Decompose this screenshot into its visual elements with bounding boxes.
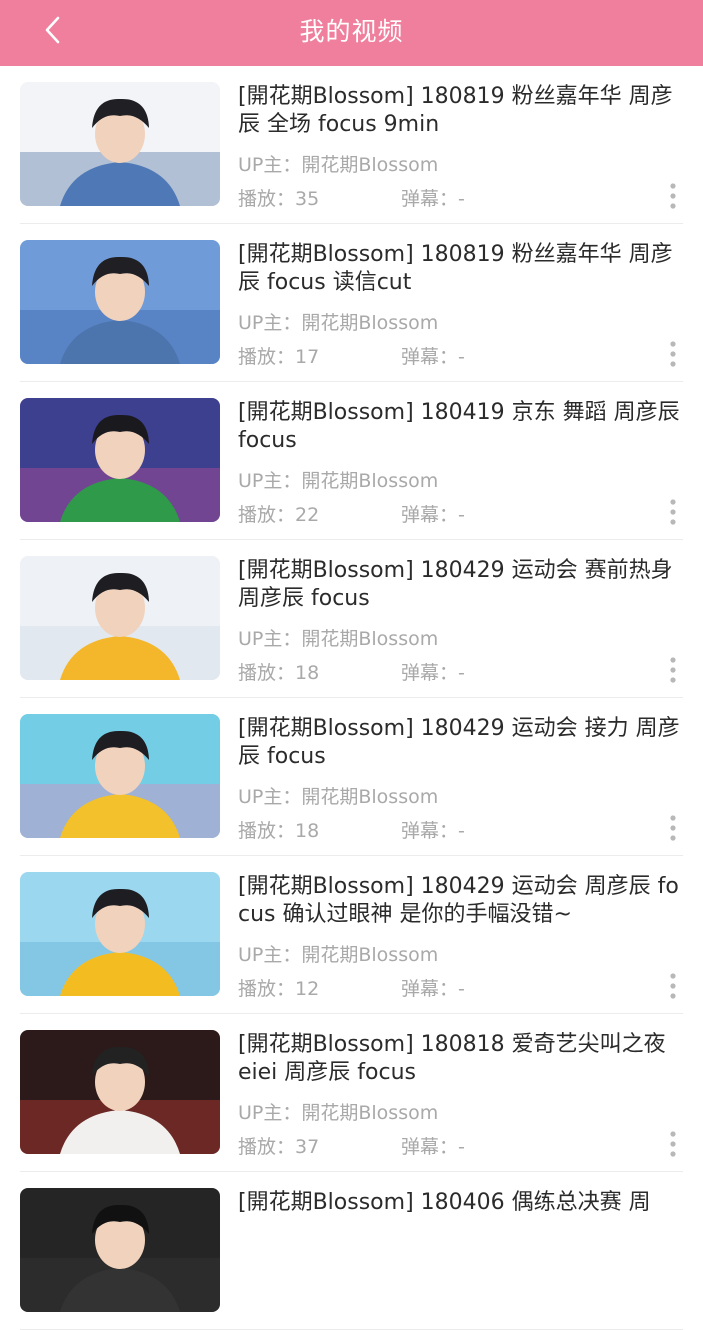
play-count: 播放：18 — [238, 820, 320, 842]
video-list-item[interactable]: [開花期Blossom] 180406 偶练总决赛 周 — [0, 1172, 703, 1330]
more-options-button[interactable] — [662, 655, 684, 685]
more-vertical-icon — [670, 1131, 676, 1157]
video-list-item[interactable]: [開花期Blossom] 180419 京东 舞蹈 周彦辰 focus UP主：… — [0, 382, 703, 540]
play-count: 播放：12 — [238, 978, 320, 1000]
more-vertical-icon — [670, 657, 676, 683]
more-vertical-icon — [670, 973, 676, 999]
video-thumbnail[interactable] — [20, 1188, 220, 1312]
video-thumbnail[interactable] — [20, 1030, 220, 1154]
thumbnail-image — [20, 82, 220, 206]
thumbnail-image — [20, 1030, 220, 1154]
uploader-label: UP主：開花期Blossom — [238, 312, 439, 334]
more-options-button[interactable] — [662, 497, 684, 527]
video-thumbnail[interactable] — [20, 398, 220, 522]
video-list-item[interactable]: [開花期Blossom] 180819 粉丝嘉年华 周彦辰 全场 focus 9… — [0, 66, 703, 224]
danmu-count: 弹幕：- — [401, 504, 465, 526]
play-count: 播放：37 — [238, 1136, 320, 1158]
more-vertical-icon — [670, 815, 676, 841]
more-options-button[interactable] — [662, 813, 684, 843]
video-title[interactable]: [開花期Blossom] 180419 京东 舞蹈 周彦辰 focus — [238, 399, 683, 454]
video-list-item[interactable]: [開花期Blossom] 180819 粉丝嘉年华 周彦辰 focus 读信cu… — [0, 224, 703, 382]
uploader-label: UP主：開花期Blossom — [238, 628, 439, 650]
more-vertical-icon — [670, 341, 676, 367]
more-vertical-icon — [670, 183, 676, 209]
video-title[interactable]: [開花期Blossom] 180429 运动会 接力 周彦辰 focus — [238, 715, 683, 770]
video-title[interactable]: [開花期Blossom] 180429 运动会 赛前热身 周彦辰 focus — [238, 557, 683, 612]
play-count: 播放：22 — [238, 504, 320, 526]
danmu-count: 弹幕：- — [401, 820, 465, 842]
video-list-item[interactable]: [開花期Blossom] 180429 运动会 接力 周彦辰 focus UP主… — [0, 698, 703, 856]
back-button[interactable] — [38, 14, 70, 46]
video-thumbnail[interactable] — [20, 872, 220, 996]
thumbnail-image — [20, 872, 220, 996]
video-thumbnail[interactable] — [20, 240, 220, 364]
danmu-count: 弹幕：- — [401, 346, 465, 368]
video-title[interactable]: [開花期Blossom] 180819 粉丝嘉年华 周彦辰 focus 读信cu… — [238, 241, 683, 296]
video-title[interactable]: [開花期Blossom] 180406 偶练总决赛 周 — [238, 1189, 683, 1217]
thumbnail-image — [20, 714, 220, 838]
play-count: 播放：17 — [238, 346, 320, 368]
thumbnail-image — [20, 398, 220, 522]
uploader-label: UP主：開花期Blossom — [238, 154, 439, 176]
uploader-label: UP主：開花期Blossom — [238, 1102, 439, 1124]
danmu-count: 弹幕：- — [401, 1136, 465, 1158]
video-thumbnail[interactable] — [20, 714, 220, 838]
thumbnail-image — [20, 240, 220, 364]
chevron-left-icon — [45, 16, 60, 44]
uploader-label: UP主：開花期Blossom — [238, 470, 439, 492]
video-list-item[interactable]: [開花期Blossom] 180429 运动会 周彦辰 focus 确认过眼神 … — [0, 856, 703, 1014]
page-title: 我的视频 — [299, 17, 404, 46]
uploader-label: UP主：開花期Blossom — [238, 944, 439, 966]
more-vertical-icon — [670, 499, 676, 525]
play-count: 播放：18 — [238, 662, 320, 684]
more-options-button[interactable] — [662, 1129, 684, 1159]
uploader-label: UP主：開花期Blossom — [238, 786, 439, 808]
danmu-count: 弹幕：- — [401, 188, 465, 210]
more-options-button[interactable] — [662, 181, 684, 211]
video-thumbnail[interactable] — [20, 556, 220, 680]
video-thumbnail[interactable] — [20, 82, 220, 206]
play-count: 播放：35 — [238, 188, 320, 210]
more-options-button[interactable] — [662, 971, 684, 1001]
danmu-count: 弹幕：- — [401, 978, 465, 1000]
thumbnail-image — [20, 556, 220, 680]
video-title[interactable]: [開花期Blossom] 180818 爱奇艺尖叫之夜 eiei 周彦辰 foc… — [238, 1031, 683, 1086]
danmu-count: 弹幕：- — [401, 662, 465, 684]
video-list-item[interactable]: [開花期Blossom] 180818 爱奇艺尖叫之夜 eiei 周彦辰 foc… — [0, 1014, 703, 1172]
thumbnail-image — [20, 1188, 220, 1312]
video-title[interactable]: [開花期Blossom] 180819 粉丝嘉年华 周彦辰 全场 focus 9… — [238, 83, 683, 138]
top-bar: 我的视频 — [0, 0, 703, 66]
more-options-button[interactable] — [662, 339, 684, 369]
video-title[interactable]: [開花期Blossom] 180429 运动会 周彦辰 focus 确认过眼神 … — [238, 873, 683, 928]
video-list: [開花期Blossom] 180819 粉丝嘉年华 周彦辰 全场 focus 9… — [0, 66, 703, 1330]
video-list-item[interactable]: [開花期Blossom] 180429 运动会 赛前热身 周彦辰 focus U… — [0, 540, 703, 698]
